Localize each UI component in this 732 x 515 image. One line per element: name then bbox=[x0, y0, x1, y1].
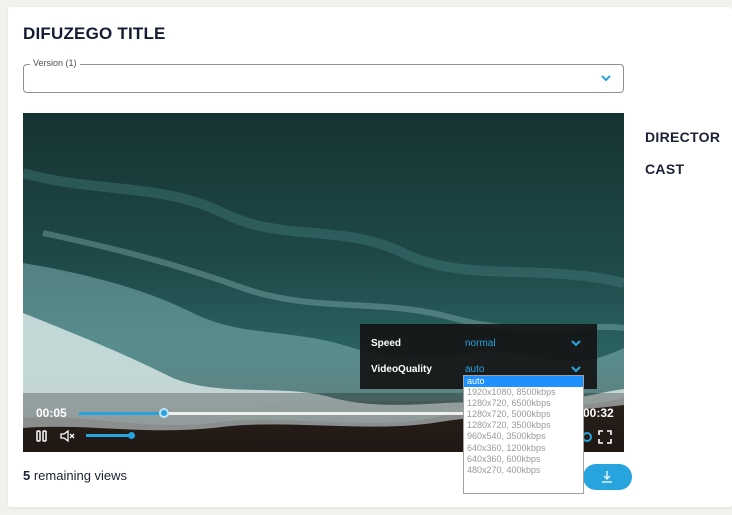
video-quality-select[interactable]: auto bbox=[465, 364, 484, 375]
chevron-down-icon bbox=[601, 75, 611, 82]
download-button[interactable] bbox=[583, 464, 632, 490]
video-quality-label: VideoQuality bbox=[371, 364, 432, 375]
chevron-down-icon[interactable] bbox=[570, 363, 582, 375]
quality-option[interactable]: 1280x720, 3500kbps bbox=[464, 420, 583, 431]
quality-option[interactable]: 480x270, 400kbps bbox=[464, 465, 583, 476]
speed-label: Speed bbox=[371, 338, 402, 349]
version-select[interactable]: Version (1) bbox=[23, 58, 624, 93]
quality-option[interactable]: auto bbox=[464, 376, 583, 388]
seek-bar-handle[interactable] bbox=[159, 408, 169, 418]
quality-option[interactable]: 640x360, 600kbps bbox=[464, 454, 583, 465]
director-label: DIRECTOR bbox=[645, 129, 721, 145]
remaining-views: 5 remaining views bbox=[23, 468, 127, 483]
quality-option[interactable]: 1280x720, 6500kbps bbox=[464, 398, 583, 409]
quality-option[interactable]: 640x360, 1200kbps bbox=[464, 443, 583, 454]
page-title: DIFUZEGO TITLE bbox=[23, 24, 166, 43]
quality-option[interactable]: 1280x720, 5000kbps bbox=[464, 409, 583, 420]
quality-option[interactable]: 960x540, 3500kbps bbox=[464, 431, 583, 442]
duration: 00:32 bbox=[583, 406, 614, 420]
seek-bar-fill bbox=[79, 412, 164, 415]
current-time: 00:05 bbox=[36, 406, 67, 420]
chevron-down-icon[interactable] bbox=[570, 337, 582, 349]
speed-select[interactable]: normal bbox=[465, 338, 496, 349]
version-select-label: Version (1) bbox=[30, 58, 80, 68]
content-card: DIFUZEGO TITLE Version (1) DIRECTOR CAST bbox=[8, 7, 732, 507]
views-text: remaining views bbox=[30, 468, 128, 483]
volume-mute-icon[interactable] bbox=[59, 428, 75, 444]
fullscreen-icon[interactable] bbox=[597, 429, 613, 445]
video-quality-dropdown[interactable]: auto 1920x1080, 8500kbps 1280x720, 6500kbp… bbox=[463, 375, 584, 494]
volume-slider-fill bbox=[86, 434, 131, 437]
volume-slider-handle[interactable] bbox=[127, 432, 135, 439]
pause-icon[interactable] bbox=[35, 429, 49, 443]
volume-slider[interactable] bbox=[86, 432, 135, 439]
cast-label: CAST bbox=[645, 161, 685, 177]
download-icon bbox=[602, 471, 612, 483]
quality-option[interactable]: 1920x1080, 8500kbps bbox=[464, 387, 583, 398]
